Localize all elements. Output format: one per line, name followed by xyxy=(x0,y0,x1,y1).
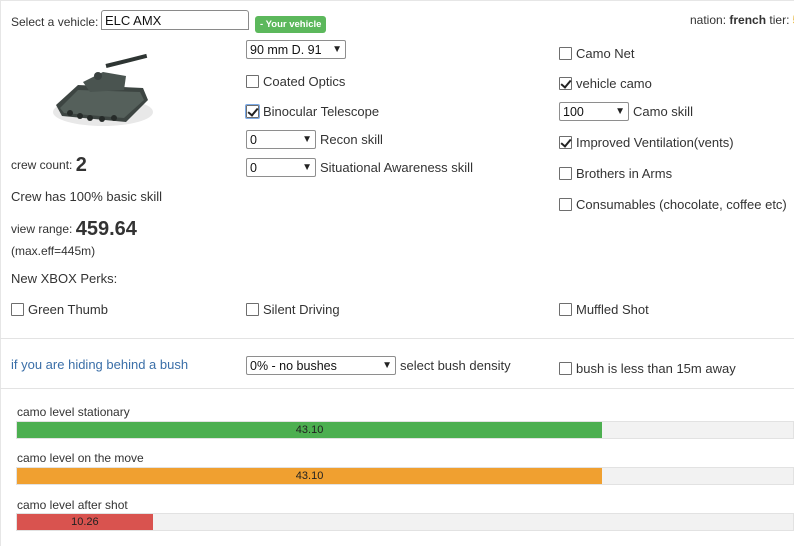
camo-shot-bar: 10.26 xyxy=(17,514,153,530)
crew-count-value: 2 xyxy=(75,154,87,176)
consumables-label: Consumables (chocolate, coffee etc) xyxy=(576,197,787,212)
coated-optics-option[interactable]: Coated Optics xyxy=(246,74,345,89)
view-range: view range: 459.64 xyxy=(11,218,137,241)
tier-label: tier: xyxy=(769,13,790,27)
camo-skill-row: 100 ▼ Camo skill xyxy=(559,102,693,121)
view-range-value: 459.64 xyxy=(75,218,137,240)
bush-density-select[interactable]: 0% - no bushes ▼ xyxy=(246,356,396,375)
green-thumb-label: Green Thumb xyxy=(28,302,108,317)
situational-row: 0 ▼ Situational Awareness skill xyxy=(246,158,473,177)
crew-count-label: crew count: xyxy=(11,158,73,172)
binocular-checkbox[interactable] xyxy=(245,104,260,119)
camo-skill-label: Camo skill xyxy=(633,104,693,119)
crew-basic-skill: Crew has 100% basic skill xyxy=(11,189,163,204)
coated-optics-label: Coated Optics xyxy=(263,74,346,89)
view-range-label: view range: xyxy=(11,222,73,236)
recon-skill-value: 0 xyxy=(250,132,257,147)
camo-net-option[interactable]: Camo Net xyxy=(559,46,635,61)
camo-net-label: Camo Net xyxy=(576,46,635,61)
camo-move-bar: 43.10 xyxy=(17,468,603,484)
binocular-label: Binocular Telescope xyxy=(263,104,380,119)
camo-net-checkbox[interactable] xyxy=(559,47,572,60)
xbox-perks-title: New XBOX Perks: xyxy=(11,271,118,286)
your-vehicle-badge: - Your vehicle xyxy=(255,16,327,33)
camo-move-value: 43.10 xyxy=(295,470,324,482)
bush-hiding-text: if you are hiding behind a bush xyxy=(11,357,189,372)
camo-stationary-bar: 43.10 xyxy=(17,422,603,438)
bush-density-label: select bush density xyxy=(400,358,511,373)
situational-value: 0 xyxy=(250,160,257,175)
silent-driving-option[interactable]: Silent Driving xyxy=(246,302,340,317)
recon-skill-label: Recon skill xyxy=(320,132,383,147)
bush-density-value: 0% - no bushes xyxy=(250,358,337,373)
nation-info: nation: french tier: 5 xyxy=(690,13,794,27)
nation-label: nation: xyxy=(690,13,727,27)
vehicle-camo-label: vehicle camo xyxy=(576,76,652,91)
silent-driving-label: Silent Driving xyxy=(263,302,340,317)
binocular-option[interactable]: Binocular Telescope xyxy=(245,104,380,119)
max-eff: (max.eff=445m) xyxy=(11,244,96,258)
vehicle-input[interactable]: ELC AMX xyxy=(101,10,249,30)
vehicle-camo-option[interactable]: vehicle camo xyxy=(559,76,652,91)
improved-vent-label: Improved Ventilation(vents) xyxy=(576,135,734,150)
muffled-shot-checkbox[interactable] xyxy=(559,303,572,316)
tank-image xyxy=(53,53,153,126)
camo-stationary-track: 43.10 xyxy=(16,421,794,439)
camo-shot-track: 10.26 xyxy=(16,513,794,531)
bush-density-row: 0% - no bushes ▼ select bush density xyxy=(246,356,511,375)
improved-vent-checkbox[interactable] xyxy=(559,136,572,149)
divider xyxy=(0,338,794,339)
bush-distance-label: bush is less than 15m away xyxy=(576,361,736,376)
chevron-down-icon: ▼ xyxy=(382,360,392,371)
brothers-label: Brothers in Arms xyxy=(576,166,673,181)
camo-stationary-value: 43.10 xyxy=(295,424,324,436)
bush-distance-checkbox[interactable] xyxy=(559,362,572,375)
bush-distance-option[interactable]: bush is less than 15m away xyxy=(559,361,736,376)
muffled-shot-option[interactable]: Muffled Shot xyxy=(559,302,649,317)
consumables-checkbox[interactable] xyxy=(559,198,572,211)
brothers-checkbox[interactable] xyxy=(559,167,572,180)
divider xyxy=(0,388,794,389)
select-vehicle-label: Select a vehicle: xyxy=(11,15,99,29)
recon-skill-row: 0 ▼ Recon skill xyxy=(246,130,383,149)
chevron-down-icon: ▼ xyxy=(615,106,625,117)
chevron-down-icon: ▼ xyxy=(332,44,342,55)
nation-value: french xyxy=(729,13,767,27)
camo-skill-select[interactable]: 100 ▼ xyxy=(559,102,629,121)
coated-optics-checkbox[interactable] xyxy=(246,75,259,88)
improved-vent-option[interactable]: Improved Ventilation(vents) xyxy=(559,135,734,150)
consumables-option[interactable]: Consumables (chocolate, coffee etc) xyxy=(559,197,787,212)
green-thumb-checkbox[interactable] xyxy=(11,303,24,316)
vehicle-input-value: ELC AMX xyxy=(105,12,162,28)
brothers-option[interactable]: Brothers in Arms xyxy=(559,166,672,181)
silent-driving-checkbox[interactable] xyxy=(246,303,259,316)
situational-select[interactable]: 0 ▼ xyxy=(246,158,316,177)
camo-skill-value: 100 xyxy=(563,104,584,119)
green-thumb-option[interactable]: Green Thumb xyxy=(11,302,108,317)
camo-stationary-label: camo level stationary xyxy=(17,405,130,419)
vehicle-camo-checkbox[interactable] xyxy=(559,77,572,90)
gun-select-value: 90 mm D. 91 xyxy=(250,42,322,57)
chevron-down-icon: ▼ xyxy=(302,162,312,173)
camo-move-label: camo level on the move xyxy=(17,451,144,465)
recon-skill-select[interactable]: 0 ▼ xyxy=(246,130,316,149)
crew-count: crew count: 2 xyxy=(11,154,87,177)
situational-label: Situational Awareness skill xyxy=(320,160,473,175)
camo-move-track: 43.10 xyxy=(16,467,794,485)
chevron-down-icon: ▼ xyxy=(302,134,312,145)
camo-shot-value: 10.26 xyxy=(71,516,99,528)
camo-shot-label: camo level after shot xyxy=(17,498,128,512)
muffled-shot-label: Muffled Shot xyxy=(576,302,649,317)
gun-select[interactable]: 90 mm D. 91 ▼ xyxy=(246,40,346,59)
